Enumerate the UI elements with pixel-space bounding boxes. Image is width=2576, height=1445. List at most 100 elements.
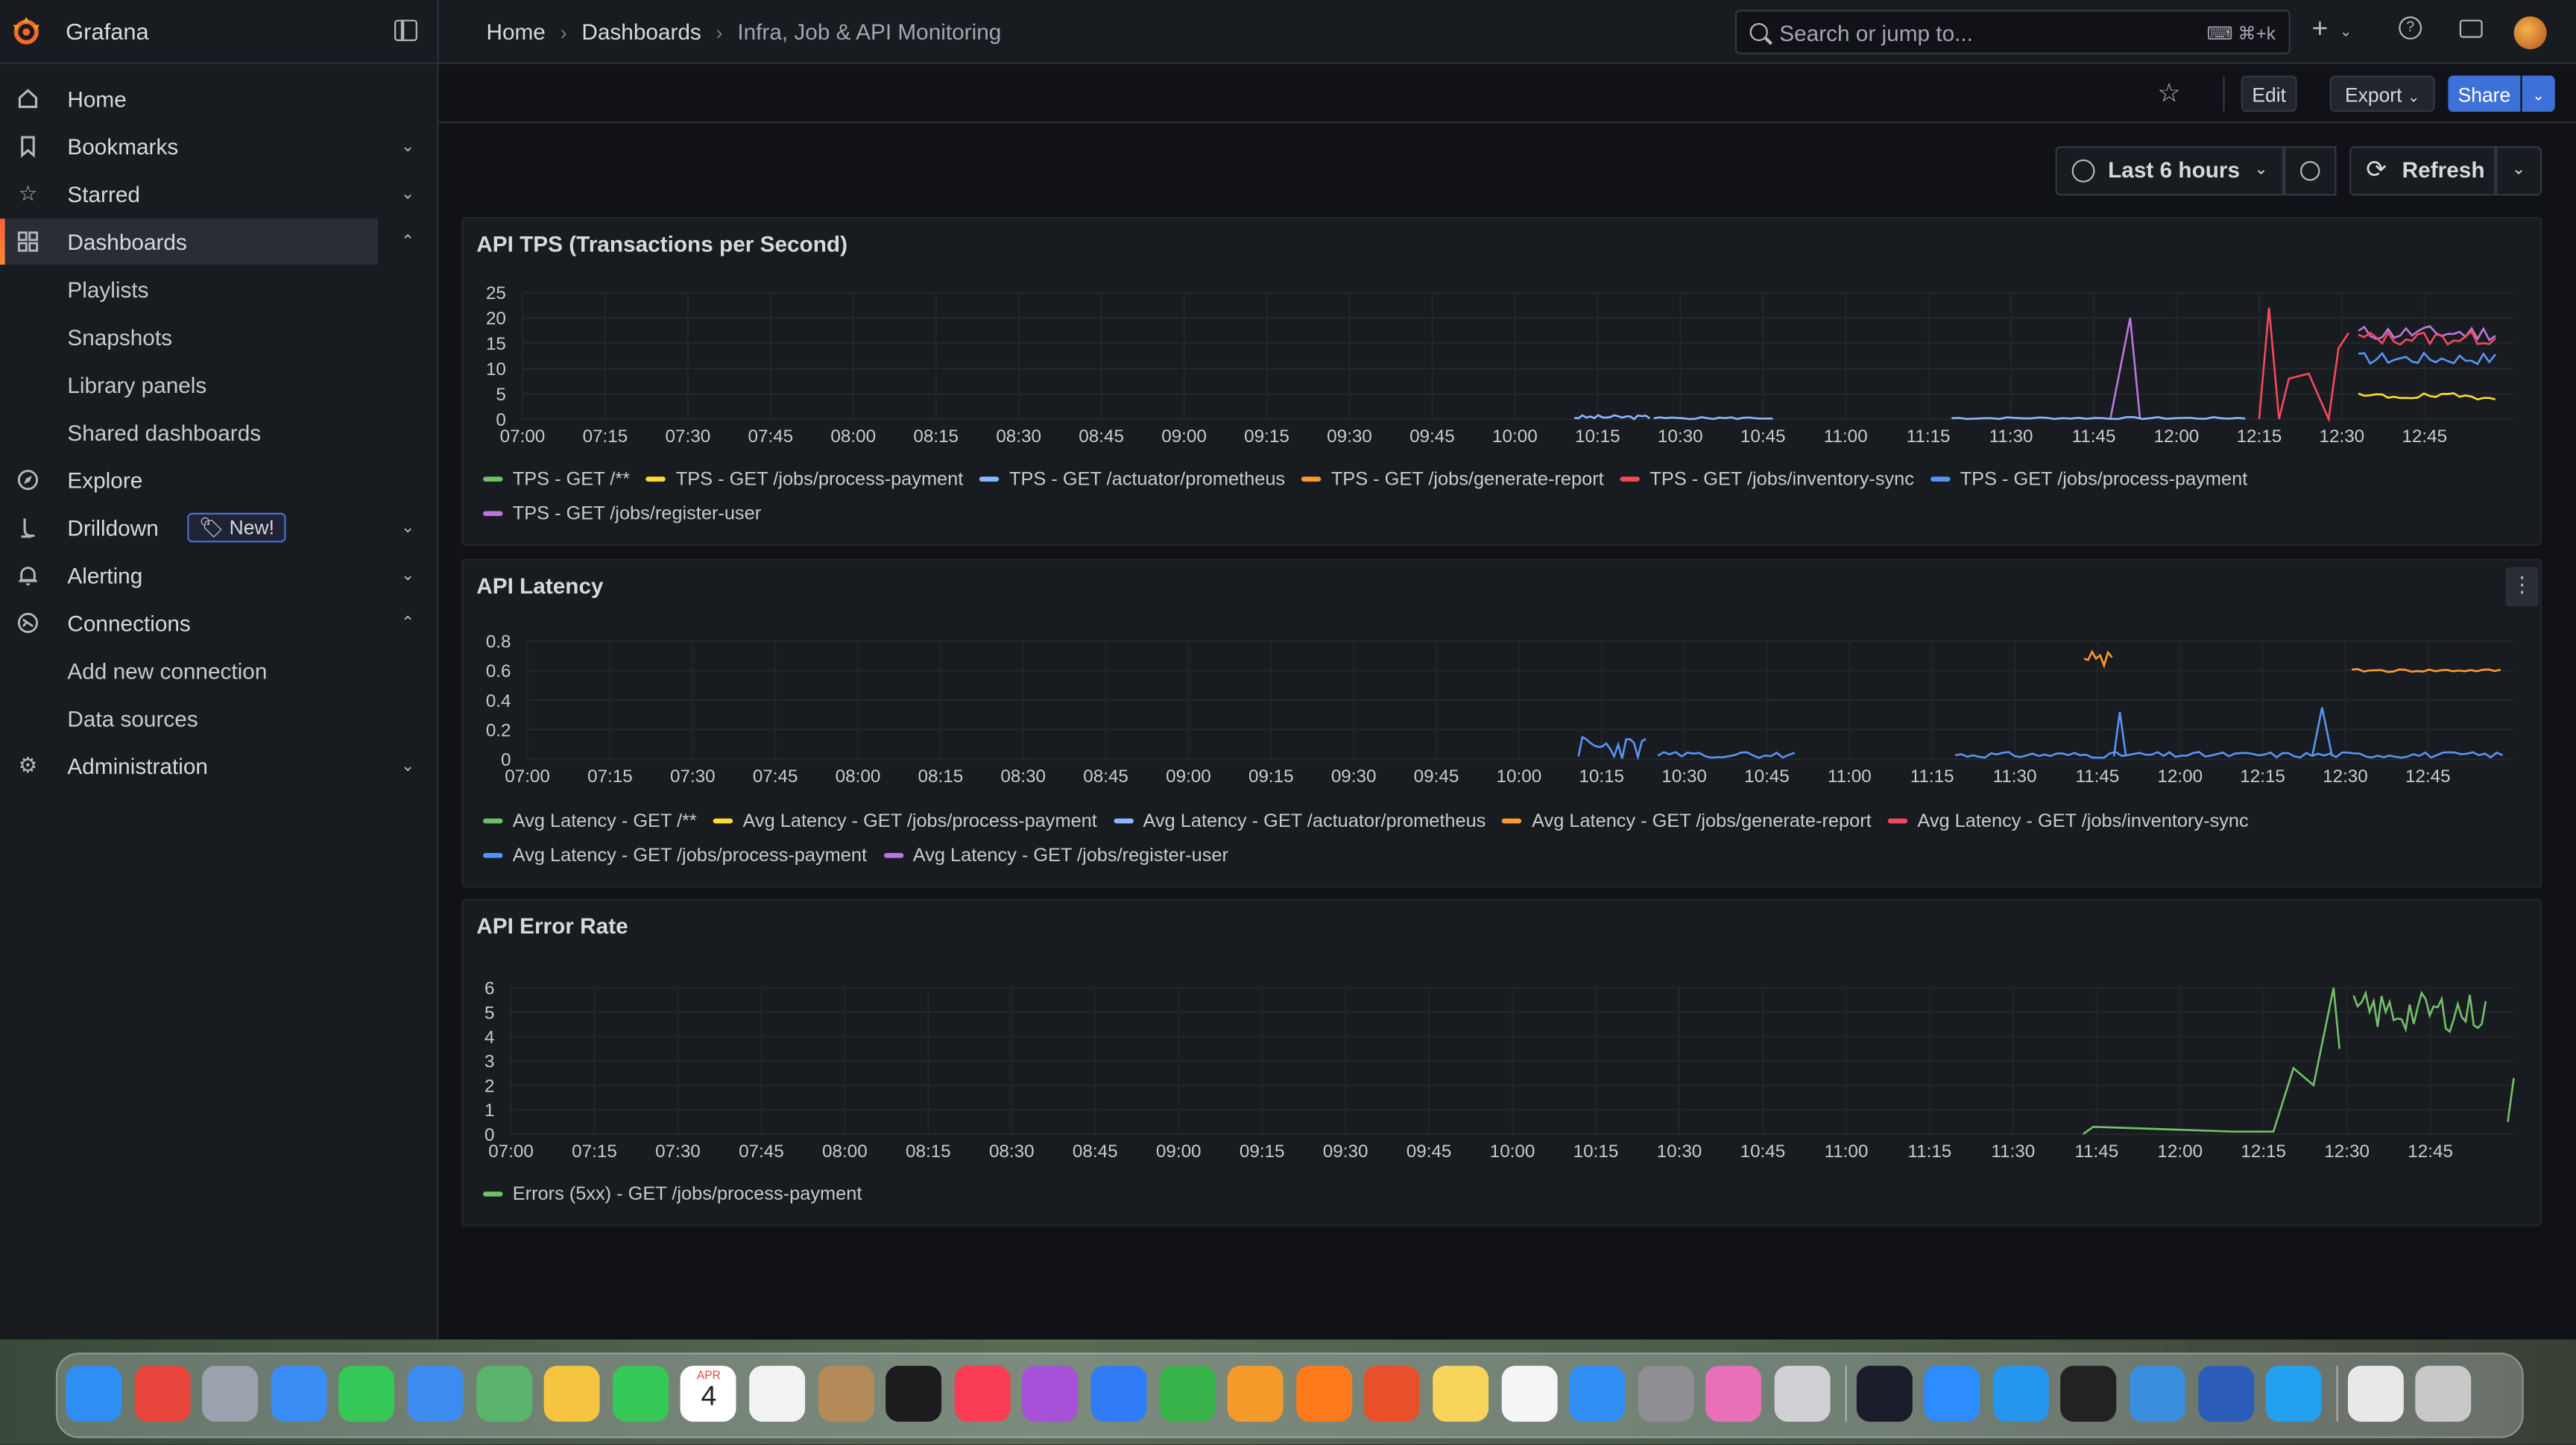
sidebar-item-alerting[interactable]: Alerting ⌄ xyxy=(0,552,437,599)
legend-swatch xyxy=(1620,476,1641,482)
system-settings-icon[interactable] xyxy=(1638,1365,1694,1422)
sidebar-item-bookmarks[interactable]: Bookmarks ⌄ xyxy=(0,123,437,169)
chevron-down-icon[interactable]: ⌄ xyxy=(401,518,414,536)
search-input[interactable]: Search or jump to... ⌨ ⌘+k xyxy=(1734,10,2291,54)
docker-icon[interactable] xyxy=(1992,1365,2049,1422)
chevron-down-icon[interactable]: ⌄ xyxy=(401,185,414,203)
panel-api-error-rate[interactable]: API Error Rate 6 5 4 3 2 1 0 07:00 07:15 07:30 07:… xyxy=(461,898,2544,1227)
sidebar-item-data-sources[interactable]: Data sources xyxy=(0,695,437,741)
legend-item[interactable]: TPS - GET /jobs/inventory-sync xyxy=(1620,467,1914,491)
messages-icon[interactable] xyxy=(338,1365,395,1422)
dock-menu-icon[interactable] xyxy=(394,19,417,42)
legend-item[interactable]: TPS - GET /jobs/process-payment xyxy=(646,467,963,491)
sidebar-item-dashboards[interactable]: Dashboards ⌃ xyxy=(0,218,414,265)
zoom-out-button[interactable] xyxy=(2283,146,2337,196)
freeform-icon[interactable] xyxy=(1500,1365,1557,1422)
pages-icon[interactable] xyxy=(1228,1365,1284,1422)
finder-icon[interactable] xyxy=(66,1365,122,1422)
chevron-down-icon[interactable]: ⌄ xyxy=(401,757,414,775)
calendar-icon[interactable]: APR 4 xyxy=(681,1365,737,1422)
legend-item[interactable]: TPS - GET /jobs/generate-report xyxy=(1301,467,1604,491)
time-range-picker[interactable]: Last 6 hours ⌄ xyxy=(2055,146,2284,196)
reminders-icon[interactable] xyxy=(749,1365,806,1422)
panel-api-latency[interactable]: API Latency ⋮ 0.8 0.6 0.4 0.2 0 07:00 07:15 07:… xyxy=(461,558,2544,888)
notes-icon[interactable] xyxy=(1433,1365,1489,1422)
sidebar-item-playlists[interactable]: Playlists xyxy=(0,266,437,312)
sidebar-item-connections[interactable]: Connections ⌃ xyxy=(0,600,437,646)
chevron-up-icon[interactable]: ⌃ xyxy=(401,233,414,251)
keynote-icon[interactable] xyxy=(1090,1365,1147,1422)
share-menu-button[interactable]: ⌄ xyxy=(2522,75,2555,112)
photos-icon[interactable] xyxy=(544,1365,600,1422)
legend-item[interactable]: TPS - GET /jobs/register-user xyxy=(483,501,761,526)
launchpad-icon[interactable] xyxy=(202,1365,259,1422)
share-button[interactable]: Share xyxy=(2448,75,2521,112)
firefox-dev-icon[interactable] xyxy=(1364,1365,1421,1422)
x-tick-label: 10:00 xyxy=(1490,1142,1535,1162)
error-rate-chart[interactable]: 654321007:00 07:15 07:30 07:45 08:00 08:15 08:… xyxy=(464,901,2544,1180)
sidebar-item-explore[interactable]: Explore xyxy=(0,457,437,503)
vscode-icon[interactable] xyxy=(2266,1365,2323,1422)
star-icon[interactable]: ☆ xyxy=(2157,78,2181,110)
iphone-mirroring-icon[interactable] xyxy=(1774,1365,1831,1422)
legend-item[interactable]: Avg Latency - GET /jobs/generate-report xyxy=(1502,809,1872,834)
breadcrumb-home[interactable]: Home xyxy=(486,19,545,44)
sidebar-item-administration[interactable]: ⚙ Administration ⌄ xyxy=(0,743,437,789)
music-icon[interactable] xyxy=(954,1365,1011,1422)
tv-icon[interactable] xyxy=(886,1365,942,1422)
legend-item[interactable]: Avg Latency - GET /jobs/register-user xyxy=(883,843,1228,868)
legend-item[interactable]: Avg Latency - GET /jobs/process-payment xyxy=(713,809,1097,834)
edit-button[interactable]: Edit xyxy=(2241,75,2297,112)
legend-item[interactable]: Avg Latency - GET /** xyxy=(483,809,697,834)
export-button[interactable]: Export ⌄ xyxy=(2329,75,2435,112)
terminal-icon[interactable] xyxy=(2061,1365,2117,1422)
avatar[interactable] xyxy=(2513,16,2547,50)
trash-icon[interactable] xyxy=(2416,1365,2472,1422)
sidebar-item-starred[interactable]: ☆ Starred ⌄ xyxy=(0,171,437,217)
panel-api-tps[interactable]: API TPS (Transactions per Second) 25 20 15… xyxy=(461,216,2544,546)
maps-icon[interactable] xyxy=(476,1365,532,1422)
sidebar-item-drilldown[interactable]: Drilldown 🏷 New! ⌄ xyxy=(0,505,437,551)
legend-item[interactable]: TPS - GET /jobs/process-payment xyxy=(1931,467,2247,491)
sidebar-item-snapshots[interactable]: Snapshots xyxy=(0,314,437,360)
legend-item[interactable]: Avg Latency - GET /jobs/process-payment xyxy=(483,843,867,868)
news-icon[interactable] xyxy=(2459,19,2483,38)
legend-item[interactable]: Avg Latency - GET /jobs/inventory-sync xyxy=(1887,809,2249,834)
sidebar-item-home[interactable]: Home xyxy=(0,75,437,122)
sidebar-item-shared-dashboards[interactable]: Shared dashboards xyxy=(0,409,437,456)
chevron-up-icon[interactable]: ⌃ xyxy=(401,614,414,632)
chevron-down-icon[interactable]: ⌄ xyxy=(401,137,414,155)
firefox-icon[interactable] xyxy=(1295,1365,1352,1422)
grafana-logo-icon[interactable] xyxy=(10,15,42,48)
plus-icon[interactable]: + xyxy=(2311,13,2328,46)
chevron-down-icon[interactable]: ⌄ xyxy=(2340,23,2352,41)
refresh-interval-button[interactable]: ⌄ xyxy=(2496,146,2542,196)
legend-item[interactable]: TPS - GET /actuator/prometheus xyxy=(979,467,1285,491)
contacts-icon[interactable] xyxy=(817,1365,874,1422)
intellij-icon[interactable] xyxy=(1855,1365,1912,1422)
numbers-icon[interactable] xyxy=(1159,1365,1216,1422)
mail-icon[interactable] xyxy=(407,1365,464,1422)
copilot-icon[interactable] xyxy=(1705,1365,1762,1422)
word-icon[interactable] xyxy=(2197,1365,2254,1422)
xcode-icon[interactable] xyxy=(2129,1365,2185,1422)
legend-item[interactable]: TPS - GET /** xyxy=(483,467,630,491)
facetime-icon[interactable] xyxy=(612,1365,669,1422)
sidebar-item-library-panels[interactable]: Library panels xyxy=(0,362,437,408)
legend-item[interactable]: Errors (5xx) - GET /jobs/process-payment xyxy=(483,1182,862,1206)
podcasts-icon[interactable] xyxy=(1022,1365,1079,1422)
legend-item[interactable]: Avg Latency - GET /actuator/prometheus xyxy=(1113,809,1486,834)
app-store-icon[interactable] xyxy=(1569,1365,1626,1422)
safari-icon[interactable] xyxy=(271,1365,327,1422)
sidebar-item-add-new-connection[interactable]: Add new connection xyxy=(0,647,437,693)
refresh-button[interactable]: ⟳ Refresh xyxy=(2349,146,2496,196)
tps-chart[interactable]: 252015105007:00 07:15 07:30 07:45 08:00 08:15… xyxy=(464,218,2544,465)
files-icon[interactable] xyxy=(2347,1365,2404,1422)
help-icon[interactable]: ? xyxy=(2399,16,2422,40)
breadcrumb-dashboards[interactable]: Dashboards xyxy=(581,19,701,44)
y-tick-label: 6 xyxy=(484,979,494,999)
zoom-icon[interactable] xyxy=(1924,1365,1980,1422)
chevron-down-icon[interactable]: ⌄ xyxy=(401,566,414,584)
chrome-icon[interactable] xyxy=(133,1365,190,1422)
latency-chart[interactable]: 0.80.60.40.2007:00 07:15 07:30 07:45 08:00 08… xyxy=(464,561,2544,808)
